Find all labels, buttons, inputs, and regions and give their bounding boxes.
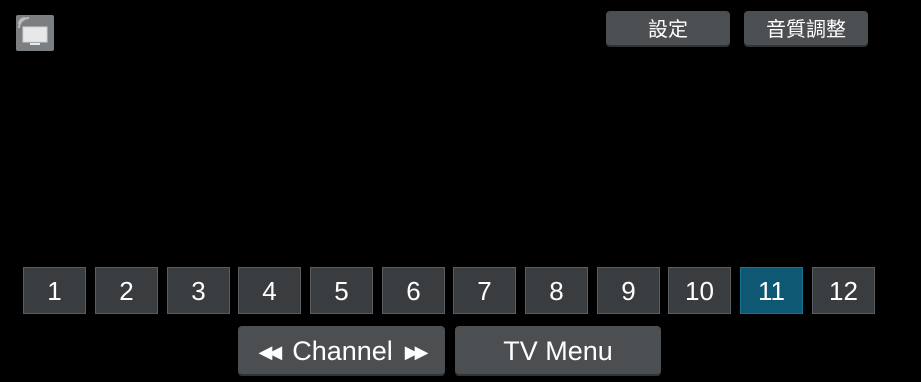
skip-previous-icon: ◀◀ — [258, 342, 283, 362]
channel-button-11[interactable]: 11 — [740, 267, 803, 314]
channel-button-8[interactable]: 8 — [525, 267, 588, 314]
settings-button[interactable]: 設定 — [606, 11, 730, 47]
channel-button-1[interactable]: 1 — [23, 267, 86, 314]
channel-label: Channel — [292, 336, 393, 366]
channel-button-9[interactable]: 9 — [597, 267, 660, 314]
channel-button-7[interactable]: 7 — [453, 267, 516, 314]
channel-button-2[interactable]: 2 — [95, 267, 158, 314]
channel-button-5[interactable]: 5 — [310, 267, 373, 314]
channel-button[interactable]: ◀◀ Channel ▶▶ — [238, 326, 445, 376]
sound-adjust-button[interactable]: 音質調整 — [744, 11, 868, 47]
tv-cast-icon[interactable] — [16, 15, 54, 51]
channel-button-12[interactable]: 12 — [812, 267, 875, 314]
channel-button-4[interactable]: 4 — [238, 267, 301, 314]
channel-button-3[interactable]: 3 — [167, 267, 230, 314]
channel-button-10[interactable]: 10 — [668, 267, 731, 314]
channel-button-6[interactable]: 6 — [382, 267, 445, 314]
tv-menu-button[interactable]: TV Menu — [455, 326, 661, 376]
skip-next-icon: ▶▶ — [404, 342, 429, 362]
